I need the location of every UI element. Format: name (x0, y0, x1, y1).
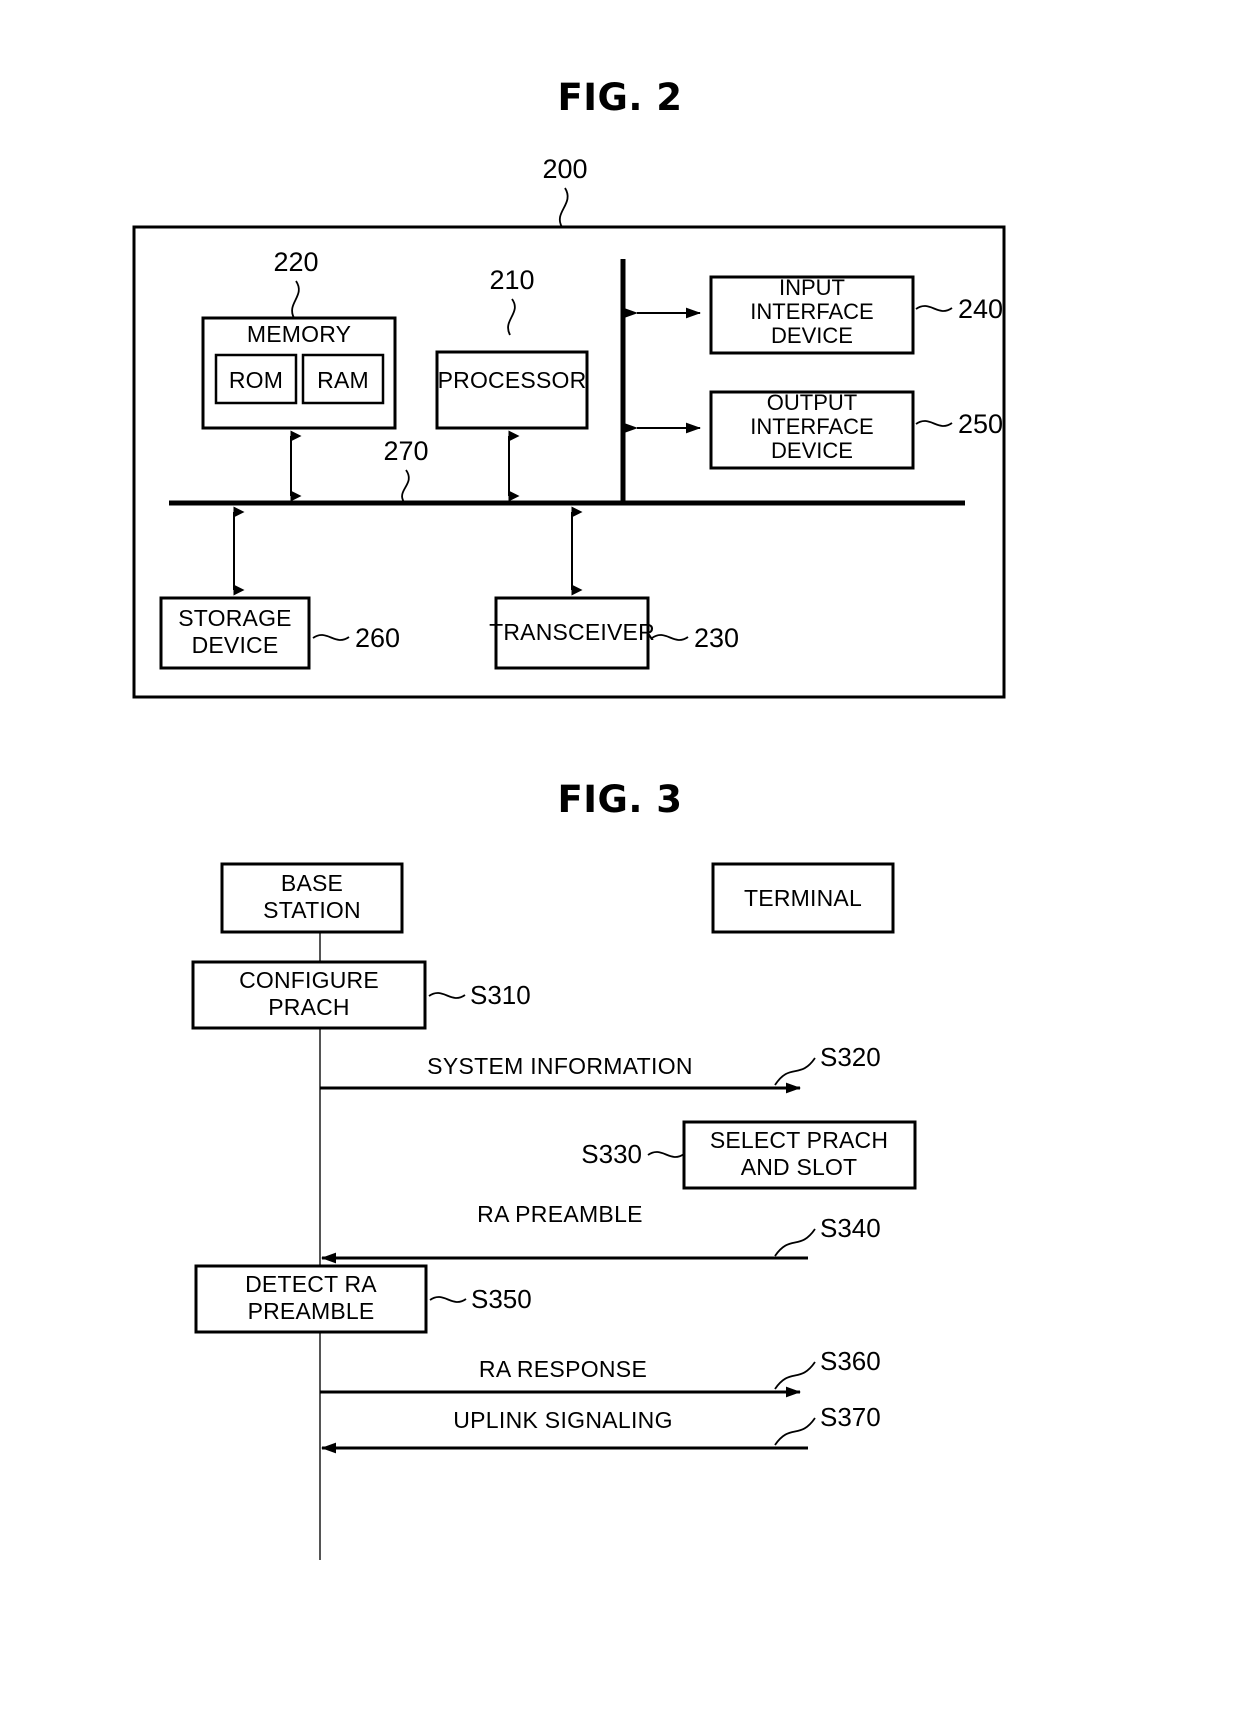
fig2-leader-200 (559, 187, 569, 228)
fig3-step-s330-id: S330 (581, 1139, 642, 1169)
fig2-title: FIG. 2 (557, 76, 682, 119)
fig2-ref-230: 230 (694, 623, 739, 653)
fig3-step-s340-id: S340 (820, 1213, 881, 1243)
fig3-base-station-line2: STATION (263, 897, 361, 923)
fig3-step-s330-line1: SELECT PRACH (710, 1127, 888, 1153)
fig2-storage-line2: DEVICE (192, 632, 279, 658)
fig2-storage-line1: STORAGE (178, 605, 291, 631)
fig2-output-interface-line2: INTERFACE (750, 414, 873, 439)
fig3-step-s310-line2: PRACH (268, 994, 350, 1020)
fig3-leader-s340 (774, 1228, 816, 1257)
fig2-transceiver-label: TRANSCEIVER (489, 619, 655, 645)
fig2-memory-label: MEMORY (247, 321, 351, 347)
fig3-step-s370-id: S370 (820, 1402, 881, 1432)
figure-3-group: FIG. 3 BASE STATION TERMINAL CONFIGURE P… (191, 778, 917, 1560)
fig3-leader-s370 (774, 1417, 816, 1446)
figure-2-group: FIG. 2 200 220 MEMORY ROM RAM 210 PROCES… (132, 76, 1006, 699)
fig3-step-s370-label: UPLINK SIGNALING (453, 1407, 673, 1433)
fig3-step-s330-line2: AND SLOT (741, 1154, 858, 1180)
fig3-step-s310-id: S310 (470, 980, 531, 1010)
fig2-ref-250: 250 (958, 409, 1003, 439)
fig3-terminal-label: TERMINAL (744, 885, 862, 911)
fig3-step-s350-line1: DETECT RA (245, 1271, 377, 1297)
fig2-output-interface-line3: DEVICE (771, 438, 853, 463)
patent-figure-sheet: FIG. 2 200 220 MEMORY ROM RAM 210 PROCES… (0, 0, 1240, 1725)
fig3-step-s310-line1: CONFIGURE (239, 967, 379, 993)
figure-canvas: FIG. 2 200 220 MEMORY ROM RAM 210 PROCES… (132, 76, 1006, 1560)
fig2-ref-210: 210 (489, 265, 534, 295)
fig3-leader-s360 (774, 1361, 816, 1390)
fig3-leader-s310 (428, 992, 466, 999)
fig2-processor-label: PROCESSOR (438, 367, 587, 393)
fig2-ref-240: 240 (958, 294, 1003, 324)
fig3-step-s350-id: S350 (471, 1284, 532, 1314)
fig2-input-interface-line3: DEVICE (771, 323, 853, 348)
fig2-rom-label: ROM (229, 367, 283, 393)
fig3-title: FIG. 3 (557, 778, 682, 821)
fig3-base-station-line1: BASE (281, 870, 343, 896)
fig3-step-s350-line2: PREAMBLE (248, 1298, 375, 1324)
fig2-ref-200: 200 (542, 154, 587, 184)
fig3-step-s360-id: S360 (820, 1346, 881, 1376)
fig3-leader-s330 (647, 1151, 685, 1158)
fig2-input-interface-line2: INTERFACE (750, 299, 873, 324)
fig2-ref-270: 270 (383, 436, 428, 466)
fig2-output-interface-line1: OUTPUT (767, 390, 857, 415)
fig3-step-s320-id: S320 (820, 1042, 881, 1072)
fig2-ref-260: 260 (355, 623, 400, 653)
fig2-ref-220: 220 (273, 247, 318, 277)
fig3-step-s360-label: RA RESPONSE (479, 1356, 647, 1382)
fig3-step-s340-label: RA PREAMBLE (477, 1201, 643, 1227)
fig3-step-s320-label: SYSTEM INFORMATION (427, 1053, 693, 1079)
fig2-input-interface-line1: INPUT (779, 275, 845, 300)
fig2-ram-label: RAM (317, 367, 369, 393)
fig3-leader-s320 (774, 1057, 816, 1086)
fig3-leader-s350 (429, 1296, 467, 1303)
